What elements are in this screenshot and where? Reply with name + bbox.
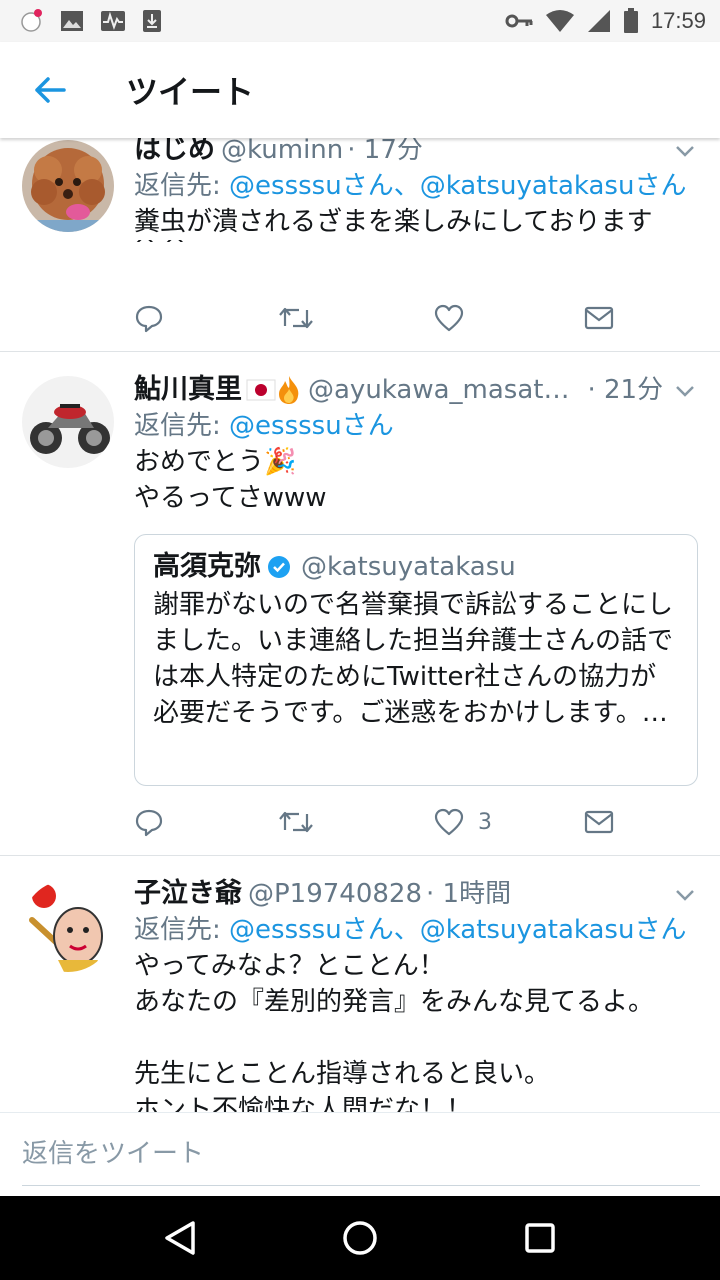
flag-emoji	[246, 379, 276, 401]
tweet-text: やってみなよ？とことん！ あなたの『差別的発言』をみんな見てるよ。 先生にとこと…	[134, 951, 655, 1112]
fire-emoji	[276, 375, 302, 405]
nav-recents-icon	[525, 1223, 555, 1253]
nav-back-button[interactable]	[145, 1203, 215, 1273]
system-nav-bar	[0, 1196, 720, 1280]
retweet-icon	[279, 811, 313, 833]
download-icon	[142, 9, 162, 33]
gallery-icon	[60, 10, 84, 32]
page-title: ツイート	[126, 73, 255, 111]
back-arrow-icon	[35, 77, 66, 103]
reply-mentions[interactable]: @essssuさん	[229, 411, 394, 441]
tweet-text: 糞虫が潰されるざまを楽しみにしております	[134, 207, 653, 237]
activity-icon	[100, 10, 126, 32]
back-button[interactable]	[0, 42, 100, 138]
reply-mentions[interactable]: @essssuさん、@katsuyatakasuさん	[229, 171, 686, 201]
retweet-button[interactable]	[279, 802, 313, 842]
tweet-actions	[134, 298, 634, 338]
screen: 17:59 ツイート はじめ @kuminn · 17分 返信先: @essss…	[0, 0, 720, 1280]
quoted-display-name: 高須克弥	[153, 551, 261, 582]
like-button[interactable]: 3	[434, 802, 492, 842]
handle[interactable]: @ayukawa_masat…	[308, 372, 569, 408]
caret-down-icon	[676, 146, 694, 157]
status-bar: 17:59	[0, 0, 720, 42]
battery-icon	[623, 8, 639, 34]
signal-icon	[587, 9, 611, 33]
like-count: 3	[478, 809, 492, 835]
tweet-text-overflow: ^ ^	[134, 240, 700, 252]
avatar[interactable]	[22, 376, 114, 468]
like-icon	[434, 304, 464, 332]
retweet-button[interactable]	[279, 298, 313, 338]
display-name[interactable]: はじめ	[134, 138, 215, 168]
nav-back-icon	[165, 1221, 195, 1255]
avatar[interactable]	[22, 880, 114, 972]
quoted-handle: @katsuyatakasu	[301, 552, 516, 582]
reply-to-label: 返信先:	[134, 411, 230, 441]
reply-to-label: 返信先:	[134, 915, 230, 945]
timestamp[interactable]: · 17分	[347, 138, 423, 168]
tweet-menu-button[interactable]	[670, 376, 700, 406]
reply-to: 返信先: @essssuさん、@katsuyatakasuさん	[134, 912, 700, 948]
handle[interactable]: @kuminn	[221, 138, 343, 168]
dm-icon	[584, 810, 614, 834]
display-name[interactable]: 子泣き爺	[134, 876, 242, 912]
reply-to-label: 返信先:	[134, 171, 230, 201]
reply-input[interactable]: 返信をツイート	[22, 1133, 204, 1170]
tweet-actions: 3	[134, 802, 634, 842]
nav-recents-button[interactable]	[505, 1203, 575, 1273]
tweet[interactable]: 子泣き爺 @P19740828 · 1時間 返信先: @essssuさん、@ka…	[0, 856, 720, 1112]
nav-home-icon	[343, 1221, 377, 1255]
timestamp[interactable]: · 21分	[587, 372, 663, 408]
handle[interactable]: @P19740828	[248, 876, 422, 912]
reply-button[interactable]	[134, 298, 164, 338]
caret-down-icon	[676, 890, 694, 901]
dm-button[interactable]	[584, 802, 614, 842]
tweet-menu-button[interactable]	[670, 138, 700, 166]
app-header: ツイート	[0, 42, 720, 138]
reply-icon	[135, 305, 163, 333]
quoted-tweet[interactable]: 高須克弥 @katsuyatakasu 謝罪がないので名誉棄損で訴訟することにし…	[134, 534, 698, 786]
avatar[interactable]	[22, 140, 114, 232]
reply-icon	[135, 809, 163, 837]
timestamp[interactable]: · 1時間	[426, 876, 511, 912]
reply-composer: 返信をツイート	[0, 1112, 720, 1196]
verified-icon	[267, 555, 291, 579]
display-name[interactable]: 鮎川真里	[134, 372, 242, 408]
reply-to: 返信先: @essssuさん	[134, 408, 700, 444]
like-icon	[434, 808, 464, 836]
tweet[interactable]: 鮎川真里 @ayukawa_masat… · 21分 返信先: @essssuさ…	[0, 352, 720, 856]
nav-home-button[interactable]	[325, 1203, 395, 1273]
tweet[interactable]: はじめ @kuminn · 17分 返信先: @essssuさん、@katsuy…	[0, 138, 720, 352]
notification-icon	[18, 8, 44, 34]
quoted-text: 謝罪がないので名誉棄損で訴訟することにしました。いま連絡した担当弁護士さんの話で…	[153, 590, 674, 728]
key-icon	[505, 13, 533, 29]
dm-icon	[584, 306, 614, 330]
wifi-icon	[545, 9, 575, 33]
tweet-text: おめでとう🎉 やるってさwww	[134, 447, 327, 513]
reply-to: 返信先: @essssuさん、@katsuyatakasuさん	[134, 168, 700, 204]
tweet-menu-button[interactable]	[670, 880, 700, 910]
composer-underline	[22, 1185, 700, 1186]
reply-button[interactable]	[134, 802, 164, 842]
status-time: 17:59	[650, 8, 706, 33]
timeline[interactable]: はじめ @kuminn · 17分 返信先: @essssuさん、@katsuy…	[0, 138, 720, 1112]
retweet-icon	[279, 307, 313, 329]
dm-button[interactable]	[584, 298, 614, 338]
like-button[interactable]	[434, 298, 478, 338]
reply-mentions[interactable]: @essssuさん、@katsuyatakasuさん	[229, 915, 686, 945]
caret-down-icon	[676, 386, 694, 397]
